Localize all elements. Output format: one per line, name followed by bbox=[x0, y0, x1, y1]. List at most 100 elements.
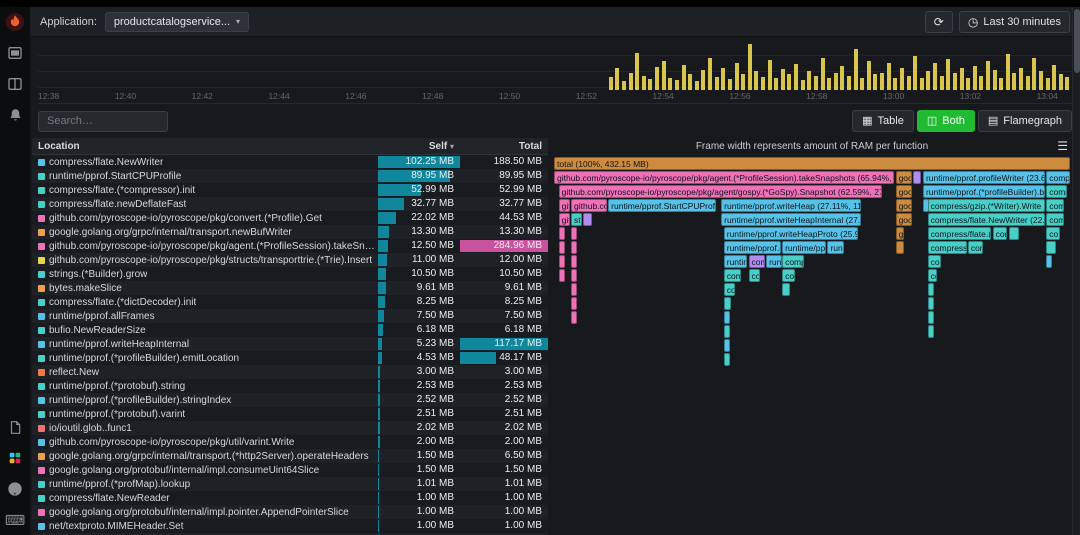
table-row[interactable]: strings.(*Builder).grow 10.50 MB 10.50 MB bbox=[32, 267, 548, 281]
flame-frame[interactable]: runtim bbox=[766, 255, 782, 268]
flame-frame[interactable]: total (100%, 432.15 MB) bbox=[554, 157, 1070, 170]
flame-frame[interactable] bbox=[1009, 227, 1020, 240]
header-location[interactable]: Location bbox=[32, 141, 378, 152]
time-range-button[interactable]: ◷ Last 30 minutes bbox=[958, 10, 1070, 33]
table-row[interactable]: runtime/pprof.writeHeapInternal 5.23 MB 11… bbox=[32, 337, 548, 351]
flame-frame[interactable]: stri bbox=[571, 213, 583, 226]
comparison-view-icon[interactable] bbox=[5, 74, 25, 94]
github-icon[interactable] bbox=[5, 479, 25, 499]
flame-frame[interactable]: com bbox=[1046, 213, 1064, 226]
table-row[interactable]: compress/flate.newDeflateFast 32.77 MB 32.… bbox=[32, 197, 548, 211]
flame-frame[interactable]: goo bbox=[895, 227, 904, 240]
table-row[interactable]: runtime/pprof.StartCPUProfile 89.95 MB 89.… bbox=[32, 169, 548, 183]
flame-frame[interactable]: runtime/pprof.StartCPUProfile (20.81%, 8… bbox=[608, 199, 716, 212]
flame-frame[interactable]: runtime/pprof.writeHeapInternal (27.11%,… bbox=[721, 213, 862, 226]
flame-frame[interactable]: google bbox=[895, 213, 913, 226]
flame-frame[interactable]: compr bbox=[992, 227, 1008, 240]
flame-frame[interactable] bbox=[558, 269, 565, 282]
table-row[interactable]: runtime/pprof.(*profMap).lookup 1.01 MB 1.… bbox=[32, 477, 548, 491]
flame-frame[interactable]: compress bbox=[782, 255, 804, 268]
flame-frame[interactable]: compres bbox=[1046, 171, 1070, 184]
header-total[interactable]: Total bbox=[460, 141, 548, 152]
page-scrollbar[interactable] bbox=[1072, 7, 1080, 535]
flame-frame[interactable] bbox=[895, 241, 904, 254]
flame-frame[interactable] bbox=[582, 213, 593, 226]
view-button-table[interactable]: ▦ Table bbox=[852, 110, 914, 132]
table-row[interactable]: github.com/pyroscope-io/pyroscope/pkg/st… bbox=[32, 253, 548, 267]
refresh-button[interactable]: ⟳ bbox=[924, 10, 953, 33]
flame-frame[interactable]: runtime/pprof.(*profileBuilder).pbSample bbox=[782, 241, 826, 254]
flame-frame[interactable]: github.com/pyroscope-io/pyroscope/pkg/ag… bbox=[554, 171, 895, 184]
application-select[interactable]: productcatalogservice... ▾ bbox=[104, 11, 250, 32]
flame-frame[interactable]: runtime/pprof.(*profileBuilder).build (2… bbox=[922, 185, 1045, 198]
flame-frame[interactable]: comp bbox=[1046, 199, 1064, 212]
flame-frame[interactable]: gith bbox=[558, 199, 570, 212]
pyroscope-logo[interactable] bbox=[5, 12, 25, 32]
flame-frame[interactable]: runtime/pprof.(*p bbox=[723, 255, 748, 268]
flame-frame[interactable] bbox=[571, 227, 578, 240]
flame-frame[interactable]: runtime/pprof.writeHeapProto (25.95%, 11… bbox=[723, 227, 858, 240]
flame-frame[interactable] bbox=[723, 339, 730, 352]
flame-frame[interactable] bbox=[723, 311, 730, 324]
table-row[interactable]: io/ioutil.glob..func1 2.02 MB 2.02 MB bbox=[32, 421, 548, 435]
flame-frame[interactable]: comp bbox=[927, 255, 941, 268]
table-row[interactable]: runtime/pprof.allFrames 7.50 MB 7.50 MB bbox=[32, 309, 548, 323]
flame-frame[interactable]: compr bbox=[748, 255, 766, 268]
slack-icon[interactable] bbox=[5, 448, 25, 468]
flame-frame[interactable]: co bbox=[927, 269, 937, 282]
flame-frame[interactable]: comp bbox=[748, 269, 760, 282]
flame-frame[interactable] bbox=[571, 269, 578, 282]
flame-frame[interactable]: compr bbox=[782, 269, 796, 282]
flame-frame[interactable]: compress/flate.(*compressor).init (12.26… bbox=[927, 227, 991, 240]
flame-frame[interactable]: runti bbox=[827, 241, 844, 254]
table-row[interactable]: github.com/pyroscope-io/pyroscope/pkg/ag… bbox=[32, 239, 548, 253]
flame-frame[interactable] bbox=[723, 297, 731, 310]
flame-frame[interactable]: runtime/pprof.profileWriter (23.64%, 102… bbox=[922, 171, 1045, 184]
flame-frame[interactable]: compress/gzip.(*Writer).Write (22.71%, 9… bbox=[927, 199, 1045, 212]
table-row[interactable]: compress/flate.(*dictDecoder).init 8.25 M… bbox=[32, 295, 548, 309]
flame-frame[interactable]: google bbox=[895, 199, 913, 212]
table-row[interactable]: runtime/pprof.(*profileBuilder).emitLoca… bbox=[32, 351, 548, 365]
scrollbar-thumb[interactable] bbox=[1074, 9, 1080, 73]
flame-frame[interactable]: github.com/pyroscope-io/pyroscope/pkg/ag… bbox=[558, 185, 882, 198]
flame-frame[interactable]: google bbox=[895, 185, 913, 198]
flame-frame[interactable] bbox=[927, 311, 934, 324]
table-row[interactable]: runtime/pprof.(*protobuf).string 2.53 MB 2… bbox=[32, 379, 548, 393]
flame-frame[interactable] bbox=[558, 255, 565, 268]
flame-frame[interactable] bbox=[1046, 241, 1056, 254]
flame-frame[interactable] bbox=[723, 325, 730, 338]
flame-frame[interactable]: compr bbox=[1046, 185, 1067, 198]
flame-frame[interactable]: compress/flate.NewWriter (22.71%, 98.14 … bbox=[927, 213, 1045, 226]
flame-frame[interactable]: google bbox=[895, 171, 913, 184]
table-row[interactable]: github.com/pyroscope-io/pyroscope/pkg/co… bbox=[32, 211, 548, 225]
flame-frame[interactable] bbox=[571, 255, 578, 268]
table-row[interactable]: compress/flate.NewWriter 102.25 MB 188.50 … bbox=[32, 155, 548, 169]
flame-frame[interactable] bbox=[558, 241, 565, 254]
flamegraph-menu-icon[interactable]: ☰ bbox=[1057, 138, 1068, 155]
search-input[interactable] bbox=[38, 110, 168, 132]
flame-frame[interactable]: runtime/pprof.(*profileBuilder).emitLoca… bbox=[723, 241, 782, 254]
timeline-chart[interactable]: 12:38 12:40 12:42 12:44 12:46 12:48 12:50 12:52… bbox=[38, 40, 1072, 104]
flame-frame[interactable] bbox=[1046, 255, 1053, 268]
flame-frame[interactable]: com bbox=[723, 283, 736, 296]
flame-frame[interactable] bbox=[927, 283, 934, 296]
flame-frame[interactable]: compress/flate.newDeflateFast (7.58%, 32… bbox=[927, 241, 967, 254]
docs-icon[interactable] bbox=[5, 417, 25, 437]
flame-frame[interactable] bbox=[927, 297, 934, 310]
view-button-both[interactable]: ◫ Both bbox=[916, 110, 975, 132]
flame-frame[interactable]: github.com/pyro bbox=[571, 199, 608, 212]
table-row[interactable]: google.golang.org/protobuf/internal/impl… bbox=[32, 463, 548, 477]
single-view-icon[interactable] bbox=[5, 43, 25, 63]
flame-frame[interactable]: co bbox=[1046, 227, 1060, 240]
header-self[interactable]: Self ▾ bbox=[378, 141, 460, 152]
flame-frame[interactable] bbox=[571, 297, 578, 310]
table-row[interactable]: google.golang.org/grpc/internal/transpor… bbox=[32, 449, 548, 463]
flame-frame[interactable]: runtime/pprof.writeHeap (27.11%, 117.17 … bbox=[721, 199, 862, 212]
flame-frame[interactable]: gith bbox=[558, 213, 570, 226]
table-row[interactable]: bytes.makeSlice 9.61 MB 9.61 MB bbox=[32, 281, 548, 295]
flame-frame[interactable] bbox=[571, 241, 578, 254]
flame-frame[interactable] bbox=[558, 227, 565, 240]
table-row[interactable]: bufio.NewReaderSize 6.18 MB 6.18 MB bbox=[32, 323, 548, 337]
table-row[interactable]: google.golang.org/protobuf/internal/impl… bbox=[32, 505, 548, 519]
table-row[interactable]: google.golang.org/grpc/internal/transpor… bbox=[32, 225, 548, 239]
